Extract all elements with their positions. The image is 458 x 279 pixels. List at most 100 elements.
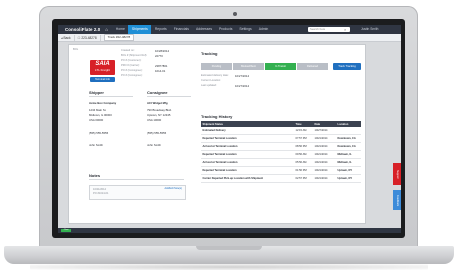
step-in-transit: In Transit [265,63,296,70]
location-cell: Midtown, IL [336,150,361,159]
table-row: Carrier Departed Pick-up Location with S… [201,174,361,183]
time-cell: 07:57 PM [294,134,313,143]
date-cell: 10/21/2014 [313,142,336,151]
field-label: Current Location: [201,79,221,82]
divider [89,179,184,180]
top-nav: ConsoliFlate 2.0 ⌂ Home Shipments Report… [58,25,401,34]
table-row: Departed Terminal Location 01:56 PM 10/2… [201,166,361,175]
add-note-link[interactable]: Add/Edit Note(s) [164,187,182,190]
location-cell: Downtown, CA [336,134,361,143]
bol-label: BOL [73,48,79,51]
field-value: 23877861 [155,64,168,68]
note-date: 10/21/2014 [93,188,106,191]
shipper-phone: (555) 555-5555 [89,131,109,135]
table-row: Estimated Delivery 12:15 AM 10/27/2014 [201,127,361,135]
nav-item-admin[interactable]: Admin [255,25,272,34]
nav-item-shipments[interactable]: Shipments [128,25,152,34]
table-row: Arrived at Terminal Location 05:56 AM 10… [201,158,361,167]
shipper-title: Shipper [89,90,104,95]
location-cell [336,127,361,135]
consignee-title: Consignee [147,90,168,95]
table-row: Departed Terminal Location 09:56 AM 10/2… [201,150,361,159]
consignee-phone: (555) 555-5555 [147,131,167,135]
app-logo[interactable]: ConsoliFlate 2.0 [65,27,100,32]
step-delivered: Delivered [297,63,328,70]
location-cell: Uptown, NY [336,166,361,175]
step-booked: Booked/Sent [233,63,264,70]
consignee-country: USA 10000 [147,118,162,122]
tab-track[interactable]: Track #22-48278 [103,34,135,41]
support-tab[interactable]: Support [393,163,401,185]
toolbar: ◂ Back ☐ 223-48278 Track #22-48278 [58,34,401,42]
feedback-tab[interactable]: Feedback [393,190,401,210]
status-cell: Estimated Delivery [201,127,294,135]
shipment-ref-button[interactable]: ☐ 223-48278 [75,34,101,41]
nav-item-reports[interactable]: Reports [151,25,170,34]
divider [147,96,191,97]
location-cell: Uptown, NY [336,174,361,183]
bottom-bar [58,228,401,233]
shipper-name: Acme Box Company [89,101,117,105]
chat-button[interactable]: Chat [61,229,71,232]
track-button[interactable]: Track Tracking [333,63,361,70]
nav-item-addresses[interactable]: Addresses [193,25,216,34]
status-steps: Pending Booked/Sent In Transit Delivered [201,63,329,70]
date-cell: 10/27/2014 [313,127,336,135]
date-cell: 10/21/2014 [313,158,336,167]
consignee-contact: John Smith [147,143,161,147]
date-cell: 10/21/2014 [313,134,336,143]
date-cell: 10/21/2014 [313,150,336,159]
note-text: PO #1014-01 [93,192,109,195]
back-label: Back [63,35,71,40]
tracking-history-table: Shipment Status Time Date Location Estim… [201,121,361,183]
user-menu[interactable]: Justin Smith [361,25,378,34]
nav-item-home[interactable]: Home [112,25,128,34]
carrier-logo-text: SAIA [95,61,110,67]
time-cell: 05:56 AM [294,158,313,167]
shipper-country: USA 00000 [89,118,104,122]
notes-title: Notes [89,173,101,178]
field-label: BOL # (Shipment Ref): [121,54,148,57]
status-cell: Departed Terminal Location [201,166,294,175]
status-cell: Departed Terminal Location [201,134,294,143]
carrier-logo: SAIA LTL Freight [90,60,115,75]
notes-box: 10/21/2014 PO #1014-01 Add/Edit Note(s) [89,185,186,200]
laptop-shadow [30,264,428,270]
field-label: Estimated delivery date: [201,74,229,77]
shipper-address: 1234 Main St. [89,108,107,112]
table-row: Arrived at Terminal Location 08:56 PM 10… [201,142,361,151]
status-cell: Departed Terminal Location [201,150,294,159]
terminal-info-button[interactable]: Terminal Info [90,77,115,82]
divider [89,96,133,97]
nav-item-products[interactable]: Products [216,25,236,34]
date-cell: 10/21/2014 [313,166,336,175]
location-cell: Downtown, CA [336,142,361,151]
consignee-address: 790 Broadway Blvd. [147,108,172,112]
status-cell: Carrier Departed Pick-up Location with S… [201,174,294,183]
search-icon[interactable]: ⌕ [344,27,346,32]
field-label: PO # (Consignee): [121,69,143,72]
field-value: 22770 [155,54,163,58]
shipment-detail-panel: BOL SAIA LTL Freight Terminal Info Creat… [68,44,366,224]
shipper-contact: John Smith [89,143,103,147]
field-value: 10/27/2014 [235,74,249,78]
status-cell: Arrived at Terminal Location [201,142,294,151]
consignee-name: ACI Widget Mfg [147,101,168,105]
consignee-city: Uptown, NY 12345 [147,113,171,117]
shipment-ref: 223-48278 [81,35,97,40]
field-label: Created on: [121,49,135,52]
carrier-logo-sub: LTL Freight [94,68,110,72]
time-cell: 08:56 PM [294,142,313,151]
history-title: Tracking History [201,114,233,119]
app-screen: ConsoliFlate 2.0 ⌂ Home Shipments Report… [58,25,401,233]
nav-item-financials[interactable]: Financials [170,25,192,34]
home-icon[interactable]: ⌂ [105,27,110,32]
time-cell: 02:57 PM [294,174,313,183]
field-label: PO # (Customer): [121,59,142,62]
field-label: Last updated: [201,84,217,87]
back-button[interactable]: ◂ Back [58,34,75,41]
nav-item-settings[interactable]: Settings [236,25,255,34]
location-cell: Midtown, IL [336,158,361,167]
field-label: PO # (Consignee): [121,74,143,77]
field-value: 10/27/2014 [235,84,249,88]
